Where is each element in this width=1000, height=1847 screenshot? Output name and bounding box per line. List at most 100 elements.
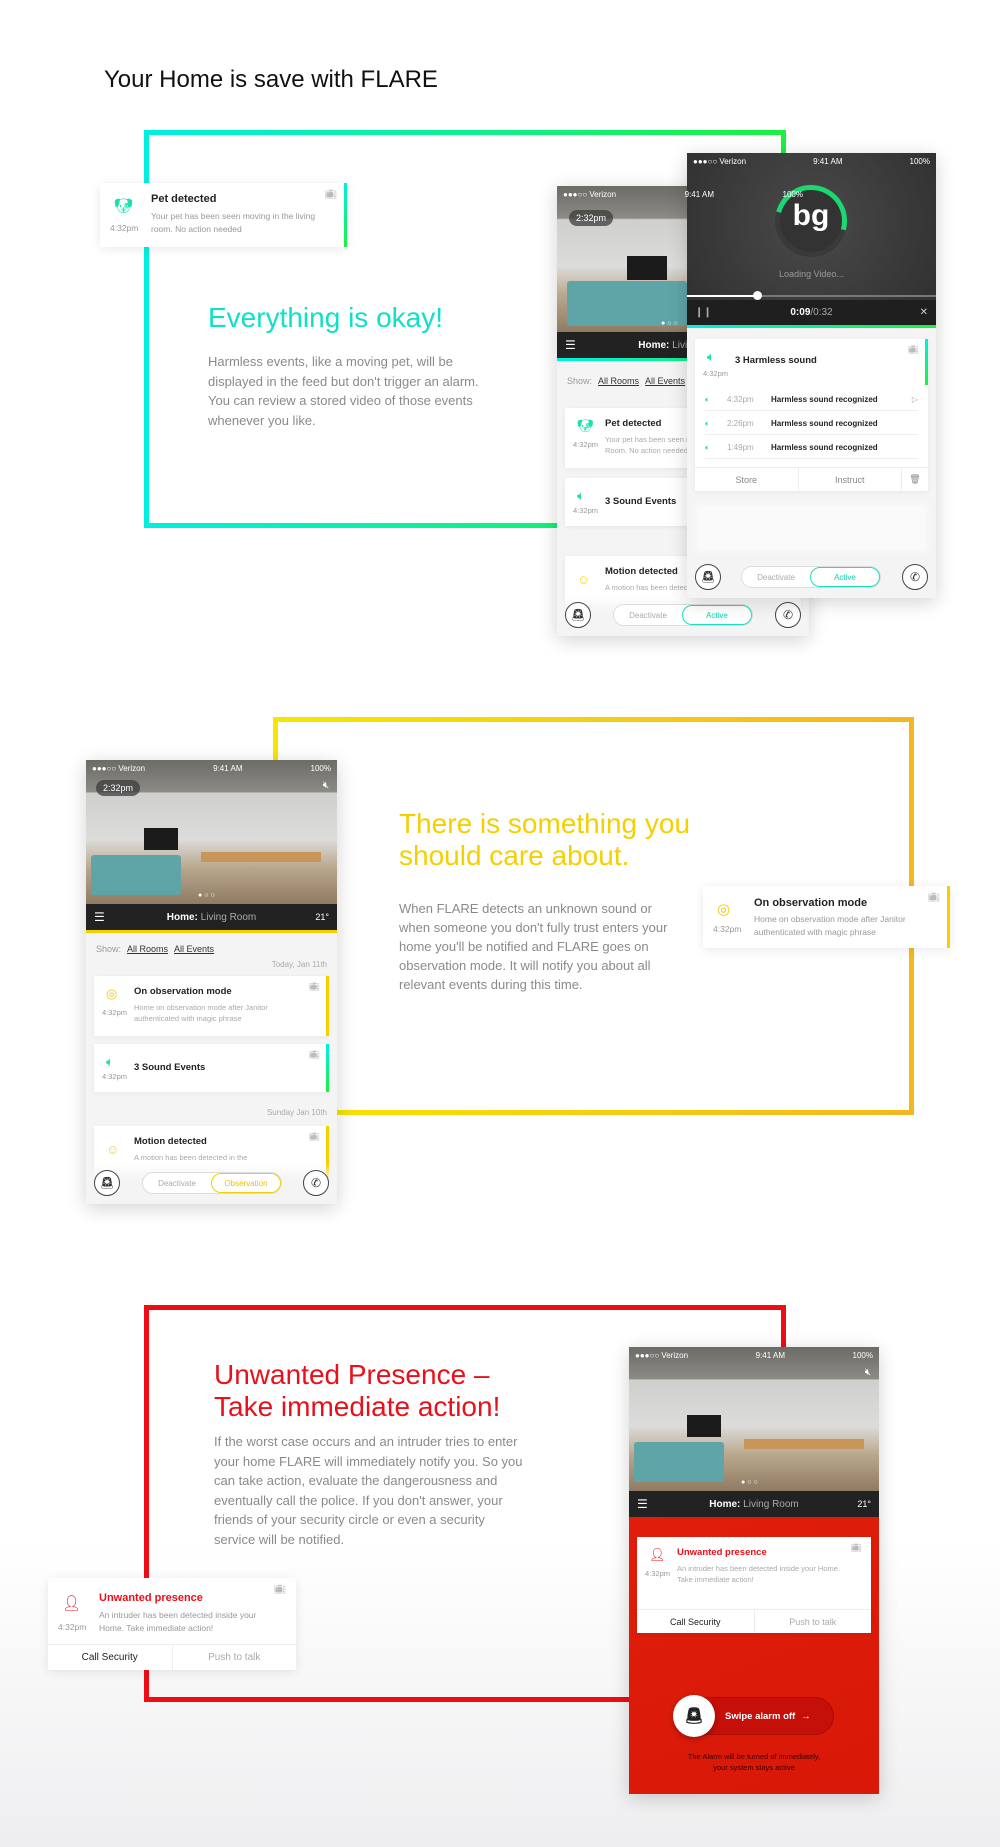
intruder-icon: 👤︎ xyxy=(62,1595,82,1612)
play-icon[interactable]: ▷ xyxy=(912,395,918,404)
ok-heading: Everything is okay! xyxy=(208,302,443,333)
alarm-phone: 🔇︎ ●○○ ●●●○○ Verizon 9:41 AM 100% ☰ Home: L… xyxy=(629,1347,879,1794)
page-dots[interactable]: ●○○ xyxy=(661,320,680,327)
deactivate-option[interactable]: Deactivate xyxy=(614,605,682,625)
filter-rooms[interactable]: All Rooms xyxy=(598,376,639,386)
menu-icon[interactable]: ☰ xyxy=(637,1497,648,1511)
mute-icon[interactable]: 🔇︎ xyxy=(865,1367,871,1378)
alarm-button[interactable]: 🚨︎ xyxy=(695,564,721,590)
card-actions: Call Security Push to talk xyxy=(48,1644,296,1670)
pet-notification[interactable]: 🐶︎ 4:32pm Pet detected Your pet has been… xyxy=(100,183,347,247)
mode-toggle[interactable]: Deactivate Observation xyxy=(142,1172,282,1194)
filter-events[interactable]: All Events xyxy=(174,944,214,954)
desc: A motion has been detected in the xyxy=(134,1153,248,1162)
store-button[interactable]: Store xyxy=(695,468,799,491)
call-button[interactable]: ✆ xyxy=(775,602,801,628)
page-dots[interactable]: ●○○ xyxy=(198,892,217,899)
pause-icon[interactable]: ❙❙ xyxy=(695,307,712,318)
trash-icon[interactable]: 🗑︎ xyxy=(902,468,928,491)
sound-row[interactable]: 🔈︎ 2:26pm Harmless sound recognized xyxy=(705,413,918,435)
status-bar: ●●●○○ Verizon 9:41 AM 100% xyxy=(563,189,803,199)
date-header: Sunday Jan 10th xyxy=(266,1108,327,1117)
temperature: 21° xyxy=(857,1499,871,1509)
speaker-icon: 🔈︎ xyxy=(705,418,710,428)
video-progress[interactable] xyxy=(687,291,936,300)
call-security-button[interactable]: Call Security xyxy=(637,1610,755,1633)
desc: An intruder has been detected inside you… xyxy=(99,1610,257,1633)
row-time: 2:26pm xyxy=(727,419,754,428)
row-time: 4:32pm xyxy=(727,395,754,404)
motion-icon: ☺︎ xyxy=(106,1142,120,1157)
tv-icon[interactable]: 📺︎ xyxy=(324,189,337,200)
call-button[interactable]: ✆ xyxy=(902,564,928,590)
alarm-button[interactable]: 🚨︎ xyxy=(94,1170,120,1196)
time: 4:32pm xyxy=(58,1622,87,1632)
title: Pet detected xyxy=(605,418,662,429)
push-to-talk-button[interactable]: Push to talk xyxy=(173,1645,297,1670)
mute-icon[interactable]: 🔇︎ xyxy=(323,780,329,791)
photo-time: 2:32pm xyxy=(569,210,614,226)
tv-icon[interactable]: 📺︎ xyxy=(851,1542,862,1553)
active-option[interactable]: Active xyxy=(810,567,880,587)
elapsed: 0:09 xyxy=(790,307,811,318)
accent-line xyxy=(687,325,936,328)
intruder-notification[interactable]: 👤︎ 4:32pm Unwanted presence An intruder … xyxy=(48,1578,296,1670)
sound-row[interactable]: 🔈︎ 1:49pm Harmless sound recognized xyxy=(705,437,918,459)
care-body: When FLARE detects an unknown sound or w… xyxy=(399,901,668,992)
time: 4:32pm xyxy=(102,1072,128,1081)
expanded-event-card[interactable]: 🔈︎ 4:32pm 3 Harmless sound 📺︎ 🔈︎ 4:32pm Ha… xyxy=(695,339,928,491)
ok-body: Harmless events, like a moving pet, will… xyxy=(208,354,479,428)
row-label: Harmless sound recognized xyxy=(771,419,878,428)
observation-option[interactable]: Observation xyxy=(211,1173,281,1193)
filter-events[interactable]: All Events xyxy=(645,376,685,386)
desc: An intruder has been detected inside you… xyxy=(677,1564,841,1584)
push-to-talk-button[interactable]: Push to talk xyxy=(755,1610,872,1633)
time: 4:32pm xyxy=(102,1008,128,1017)
eye-icon: ◎ xyxy=(717,901,731,918)
time: 4:32pm xyxy=(573,506,599,515)
camera-photo: 2:32pm 🔇︎ ●○○ xyxy=(86,760,337,904)
alarm-button[interactable]: 🚨︎ xyxy=(565,602,591,628)
card-actions: Call Security Push to talk xyxy=(637,1609,871,1633)
tv-icon[interactable]: 📺︎ xyxy=(309,981,320,992)
tv-icon[interactable]: 📺︎ xyxy=(273,1584,286,1595)
swipe-alarm-slider[interactable]: 🚨︎ Swipe alarm off → xyxy=(673,1695,834,1737)
tv-icon[interactable]: 📺︎ xyxy=(309,1049,320,1060)
deactivate-option[interactable]: Deactivate xyxy=(143,1173,211,1193)
call-button[interactable]: ✆ xyxy=(303,1170,329,1196)
intruder-card[interactable]: 👤︎ 4:32pm Unwanted presence An intruder … xyxy=(637,1537,871,1609)
speaker-icon: 🔈︎ xyxy=(705,394,710,404)
sound-row[interactable]: 🔈︎ 4:32pm Harmless sound recognized ▷ xyxy=(705,389,918,411)
tv-icon[interactable]: 📺︎ xyxy=(309,1131,320,1142)
close-icon[interactable]: ✕ xyxy=(920,307,928,318)
deactivate-option[interactable]: Deactivate xyxy=(742,567,810,587)
call-security-button[interactable]: Call Security xyxy=(48,1645,173,1670)
status-bar: ●●●○○ Verizon 9:41 AM 100% xyxy=(635,1350,873,1360)
swipe-label: Swipe alarm off xyxy=(725,1710,796,1722)
active-option[interactable]: Active xyxy=(682,605,752,625)
instruct-button[interactable]: Instruct xyxy=(799,468,902,491)
tv-icon[interactable]: 📺︎ xyxy=(927,892,940,903)
mode-toggle[interactable]: Deactivate Active xyxy=(741,566,881,588)
title: Motion detected xyxy=(134,1136,207,1147)
title: Unwanted presence xyxy=(99,1592,203,1604)
accent-bar xyxy=(326,976,329,1036)
menu-icon[interactable]: ☰ xyxy=(565,338,576,352)
blurred-card xyxy=(695,503,928,553)
alarm-knob[interactable]: 🚨︎ xyxy=(673,1695,715,1737)
tv-icon[interactable]: 📺︎ xyxy=(908,344,919,355)
duration: /0:32 xyxy=(810,307,833,318)
mode-toggle[interactable]: Deactivate Active xyxy=(613,604,753,626)
event-card[interactable]: ◎ 4:32pm On observation mode Home on observ… xyxy=(94,976,329,1036)
speaker-icon: 🔈︎ xyxy=(106,1054,114,1069)
event-card[interactable]: 🔈︎ 4:32pm 3 Sound Events 📺︎ xyxy=(94,1044,329,1092)
filter-rooms[interactable]: All Rooms xyxy=(127,944,168,954)
time: 4:32pm xyxy=(703,369,729,378)
loading-text: Loading Video... xyxy=(779,269,844,279)
observation-notification[interactable]: ◎ 4:32pm On observation mode Home on obs… xyxy=(703,886,950,948)
page-dots[interactable]: ●○○ xyxy=(741,1479,760,1486)
alarm-body: If the worst case occurs and an intruder… xyxy=(214,1434,523,1547)
menu-icon[interactable]: ☰ xyxy=(94,910,105,924)
time: 4:32pm xyxy=(573,440,599,449)
speaker-icon: 🔈︎ xyxy=(577,488,585,503)
